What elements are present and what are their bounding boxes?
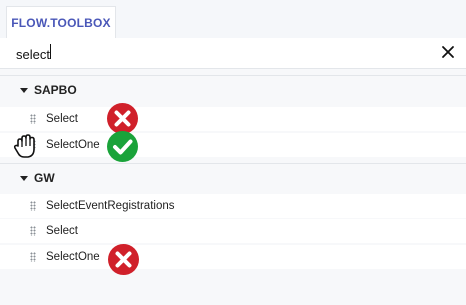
list-item[interactable]: Select [0,107,466,131]
item-label: SelectEventRegistrations [46,200,175,212]
caret-down-icon [20,87,28,93]
drag-handle-icon[interactable] [30,114,36,124]
grab-hand-cursor-icon [13,134,35,158]
item-label: SelectOne [46,251,100,263]
group-header-sapbo[interactable]: SAPBO [0,75,466,104]
list-item[interactable]: SelectOne [0,245,466,269]
group-header-gw[interactable]: GW [0,163,466,192]
caret-down-icon [20,175,28,181]
text-caret [50,44,51,59]
drag-handle-icon[interactable] [30,201,36,211]
list-item[interactable]: SelectOne [0,133,466,157]
group-label: GW [34,171,55,185]
close-icon [442,46,454,58]
clear-search-button[interactable] [438,42,458,62]
drag-handle-icon[interactable] [30,226,36,236]
tab-label: FLOW.TOOLBOX [11,16,111,30]
group-label: SAPBO [34,83,77,97]
item-label: SelectOne [46,139,100,151]
tab-bar: FLOW.TOOLBOX [0,0,466,39]
check-circle-icon [107,131,138,162]
x-circle-icon [108,244,139,275]
item-label: Select [46,113,78,125]
list-item[interactable]: SelectEventRegistrations [0,194,466,218]
toolbox-panel: FLOW.TOOLBOX SAPBO Select SelectOne GW [0,0,466,305]
drag-handle-icon[interactable] [30,252,36,262]
item-label: Select [46,225,78,237]
toolbox-list: SAPBO Select SelectOne GW SelectEventReg… [0,69,466,305]
search-row [0,38,466,69]
search-input[interactable] [16,44,416,64]
list-item[interactable]: Select [0,219,466,243]
tab-flow-toolbox[interactable]: FLOW.TOOLBOX [6,6,116,39]
